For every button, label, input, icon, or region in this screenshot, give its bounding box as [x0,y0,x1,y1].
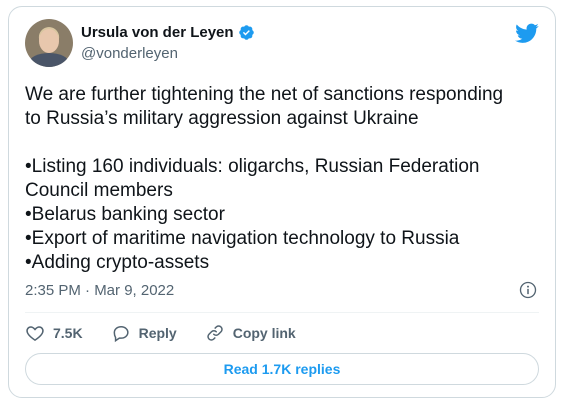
heart-icon [26,326,44,341]
reply-label: Reply [138,325,177,341]
tweet-actions: 7.5K Reply Copy link [25,319,324,347]
info-icon[interactable] [519,281,537,299]
tweet-line-break [25,131,545,155]
tweet-card: Ursula von der Leyen @vonderleyen We are… [8,6,556,398]
divider [25,312,539,313]
avatar-shoulders [29,53,69,67]
tweet-line: •Export of maritime navigation technolog… [25,228,460,249]
twitter-bird-icon[interactable] [515,21,539,45]
avatar[interactable] [25,19,73,67]
author-handle[interactable]: @vonderleyen [81,45,178,62]
tweet-line: •Adding crypto-assets [25,252,210,273]
tweet-line: •Belarus banking sector [25,204,225,225]
tweet-line: to Russia’s military aggression against … [25,108,419,129]
speech-bubble-icon [113,325,129,343]
tweet-line: •Listing 160 individuals: oligarchs, Rus… [25,156,480,177]
link-icon [206,325,223,341]
copy-link-button[interactable]: Copy link [205,323,296,343]
tweet-body: We are further tightening the net of san… [25,83,545,275]
reply-button[interactable]: Reply [111,323,177,343]
author-name-row: Ursula von der Leyen [81,24,255,41]
copy-link-label: Copy link [232,325,296,341]
like-count: 7.5K [53,325,83,341]
verified-badge-icon [238,25,254,40]
tweet-timestamp[interactable]: 2:35 PM · Mar 9, 2022 [25,282,174,299]
tweet-line: We are further tightening the net of san… [25,84,504,105]
author-name[interactable]: Ursula von der Leyen [81,24,234,41]
read-replies-button[interactable]: Read 1.7K replies [25,353,539,385]
like-button[interactable]: 7.5K [25,323,83,343]
avatar-face [39,29,59,53]
tweet-line: Council members [25,180,173,201]
